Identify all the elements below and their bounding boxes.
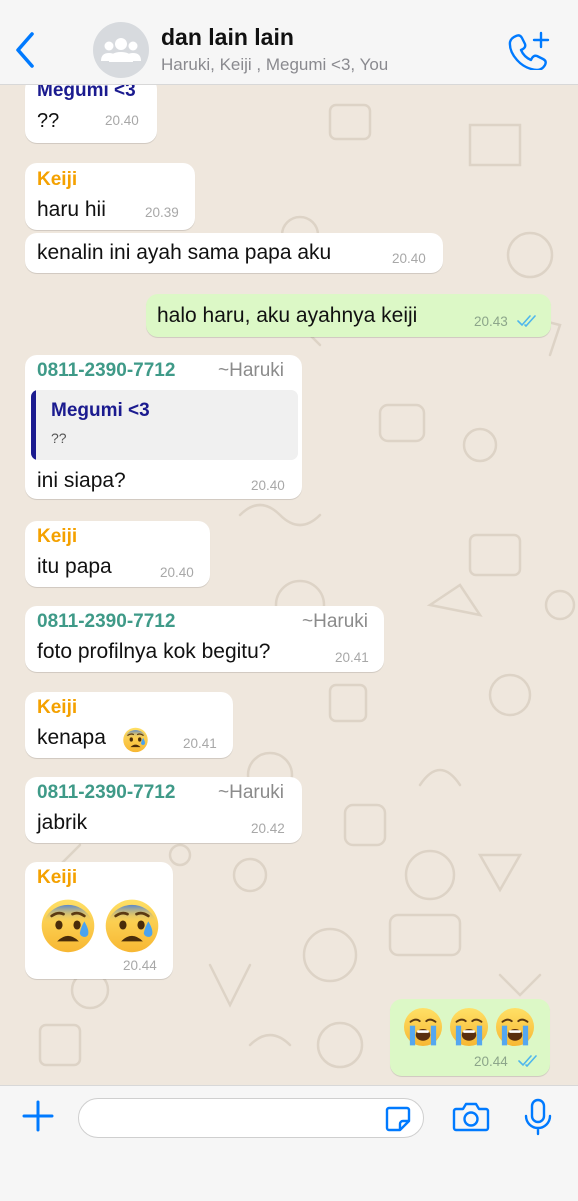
message-time: 20.40 [160, 565, 194, 580]
message-text: halo haru, aku ayahnya keiji [157, 304, 418, 327]
message-text: ini siapa? [37, 469, 126, 492]
message-time: 20.42 [251, 821, 285, 836]
attach-button[interactable] [20, 1098, 56, 1134]
quoted-sender: Megumi <3 [51, 400, 150, 421]
plus-icon [22, 1100, 54, 1132]
message-bubble[interactable]: 0811-2390-7712 ~Haruki jabrik 20.42 [25, 777, 302, 843]
quote-accent-bar [31, 390, 36, 460]
camera-button[interactable] [452, 1100, 490, 1134]
chat-messages[interactable]: Megumi <3 ?? 20.40 Keiji haru hii 20.39 … [0, 85, 578, 1085]
anxious-sweat-face-emoji [122, 726, 149, 753]
chat-title[interactable]: dan lain lain [161, 24, 294, 51]
message-bubble[interactable]: Keiji 20.44 [25, 862, 173, 979]
sender-name: 0811-2390-7712 [37, 611, 176, 632]
chat-header: dan lain lain Haruki, Keiji , Megumi <3,… [0, 0, 578, 85]
message-time: 20.41 [335, 650, 369, 665]
sender-name: Keiji [37, 697, 78, 718]
anxious-sweat-face-emoji [39, 896, 97, 954]
message-bubble[interactable]: Keiji haru hii 20.39 [25, 163, 195, 230]
camera-icon [452, 1102, 490, 1132]
sender-name: Keiji [37, 867, 78, 888]
message-bubble[interactable]: Keiji kenapa 20.41 [25, 692, 233, 758]
read-receipt-icon [518, 1055, 537, 1067]
message-bubble[interactable]: Keiji itu papa 20.40 [25, 521, 210, 587]
message-input[interactable] [78, 1098, 424, 1138]
message-text: haru hii [37, 198, 106, 221]
message-time: 20.40 [105, 113, 139, 128]
message-bubble-outgoing[interactable]: 20.44 [390, 999, 550, 1076]
message-time: 20.40 [392, 251, 426, 266]
quoted-message[interactable]: Megumi <3 ?? [31, 390, 298, 460]
group-avatar[interactable] [93, 22, 149, 78]
sender-alias: ~Haruki [218, 782, 284, 803]
message-input-bar [0, 1085, 578, 1201]
message-text: kenapa [37, 726, 106, 749]
message-bubble[interactable]: Megumi <3 ?? 20.40 [25, 85, 157, 143]
sticker-button[interactable] [384, 1105, 412, 1133]
message-bubble[interactable]: 0811-2390-7712 ~Haruki foto profilnya ko… [25, 606, 384, 672]
message-text: ?? [37, 110, 60, 132]
sender-name: 0811-2390-7712 [37, 360, 176, 381]
message-bubble[interactable]: kenalin ini ayah sama papa aku 20.40 [25, 233, 443, 273]
message-time: 20.40 [251, 478, 285, 493]
add-call-icon [508, 31, 550, 72]
sender-alias: ~Haruki [302, 611, 368, 632]
message-input-field[interactable] [91, 1105, 385, 1133]
add-call-button[interactable] [508, 30, 552, 72]
message-bubble[interactable]: 0811-2390-7712 ~Haruki Megumi <3 ?? ini … [25, 355, 302, 499]
back-button[interactable] [8, 28, 42, 72]
microphone-button[interactable] [522, 1098, 554, 1136]
message-time: 20.44 [474, 1054, 508, 1069]
anxious-sweat-face-emoji [103, 896, 161, 954]
loudly-crying-face-emoji [494, 1006, 536, 1048]
message-text: jabrik [37, 811, 88, 834]
sender-name: Keiji [37, 169, 78, 190]
sender-alias: ~Haruki [218, 360, 284, 381]
group-icon [101, 38, 141, 62]
message-time: 20.39 [145, 205, 179, 220]
message-time: 20.41 [183, 736, 217, 751]
quoted-text: ?? [51, 430, 67, 446]
message-time: 20.43 [474, 314, 508, 329]
message-time: 20.44 [123, 958, 157, 973]
microphone-icon [524, 1098, 552, 1136]
read-receipt-icon [517, 315, 536, 327]
sender-name: Megumi <3 [37, 85, 136, 101]
chevron-left-icon [16, 32, 34, 68]
participants-list[interactable]: Haruki, Keiji , Megumi <3, You [161, 55, 388, 75]
message-bubble-outgoing[interactable]: halo haru, aku ayahnya keiji 20.43 [146, 294, 551, 337]
message-text: itu papa [37, 555, 112, 578]
loudly-crying-face-emoji [402, 1006, 444, 1048]
loudly-crying-face-emoji [448, 1006, 490, 1048]
sticker-icon [385, 1106, 411, 1132]
sender-name: 0811-2390-7712 [37, 782, 176, 803]
message-text: foto profilnya kok begitu? [37, 640, 271, 663]
sender-name: Keiji [37, 526, 78, 547]
message-text: kenalin ini ayah sama papa aku [37, 241, 332, 264]
